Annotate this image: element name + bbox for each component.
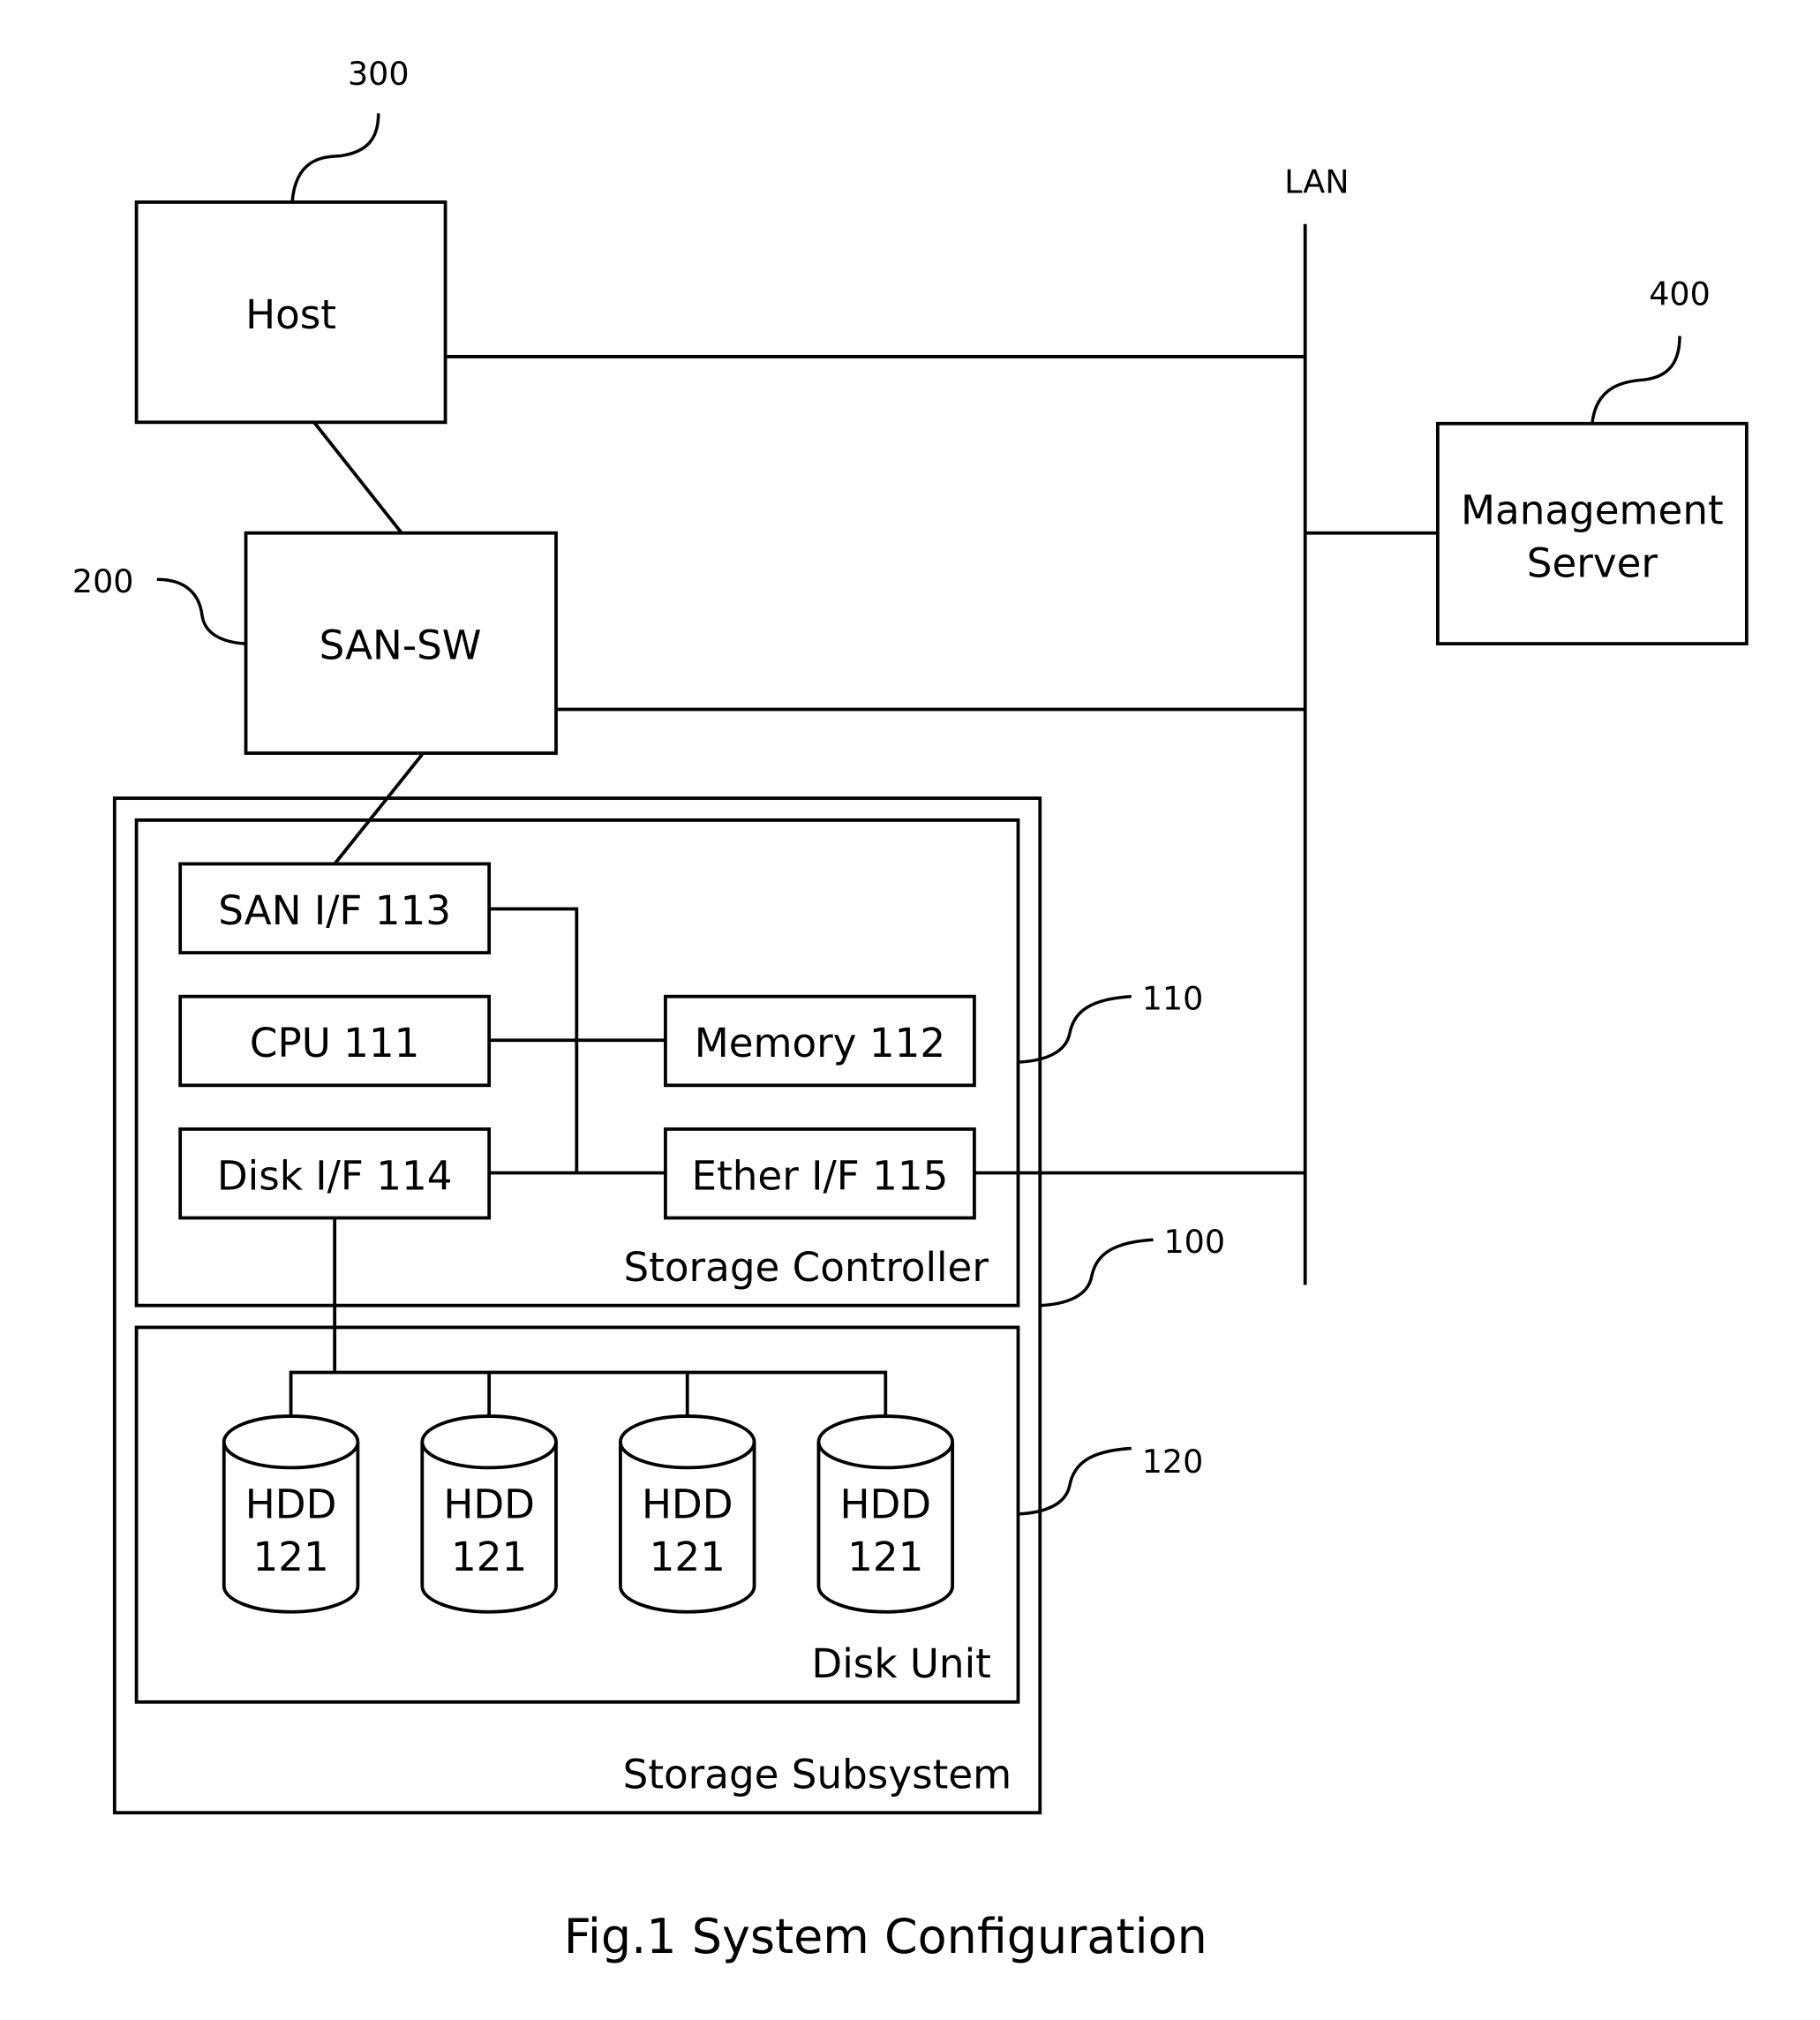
- host-ref-number: 300: [348, 55, 410, 93]
- management-server-ref-number: 400: [1649, 275, 1711, 313]
- storage-controller-ref-number: 110: [1142, 979, 1204, 1017]
- disk-bus-line: [289, 1370, 888, 1417]
- lan-label: LAN: [1284, 163, 1349, 201]
- hdd-4: HDD 121: [816, 1414, 955, 1614]
- storage-subsystem-ref-number: 100: [1163, 1223, 1225, 1261]
- host-ref-leader: [290, 113, 380, 203]
- disk-unit-ref-leader: [1018, 1446, 1132, 1516]
- ether-if-component: Ether I/F 115: [664, 1127, 976, 1220]
- memory-component: Memory 112: [664, 994, 976, 1088]
- disk-if-label: Disk I/F 114: [217, 1152, 453, 1199]
- disk-unit-ref-number: 120: [1142, 1443, 1204, 1481]
- sansw-sanif-link: [333, 753, 424, 865]
- hdd-label-line1: HDD: [245, 1481, 337, 1527]
- hdd-label-line2: 121: [451, 1534, 527, 1580]
- system-configuration-diagram: LAN Host 300 SAN-SW 200 Management Serve…: [72, 55, 1749, 1964]
- hdd-label-line2: 121: [847, 1534, 923, 1580]
- storage-subsystem-ref-leader: [1040, 1238, 1154, 1308]
- hdd-label-line1: HDD: [642, 1481, 733, 1527]
- san-sw-label: SAN-SW: [320, 622, 482, 669]
- management-server-label-line2: Server: [1527, 539, 1658, 586]
- san-sw-ref-number: 200: [72, 562, 134, 600]
- management-server-node: Management Server: [1435, 421, 1749, 646]
- cpu-component: CPU 111: [178, 994, 492, 1088]
- hdd-2: HDD 121: [420, 1414, 558, 1614]
- hdd-label-line2: 121: [252, 1534, 328, 1580]
- disk-if-component: Disk I/F 114: [178, 1127, 492, 1220]
- storage-subsystem-label: Storage Subsystem: [623, 1752, 1012, 1798]
- management-server-ref-leader: [1591, 335, 1681, 424]
- hdd-label-line1: HDD: [443, 1481, 535, 1527]
- hdd-3: HDD 121: [618, 1414, 756, 1614]
- disk-unit-label: Disk Unit: [811, 1640, 990, 1687]
- san-sw-node: SAN-SW: [244, 531, 558, 755]
- hdd-1: HDD 121: [222, 1414, 360, 1614]
- host-node: Host: [134, 200, 447, 425]
- management-server-label-line1: Management: [1461, 487, 1724, 534]
- ether-if-label: Ether I/F 115: [692, 1152, 949, 1199]
- storage-controller-ref-leader: [1018, 994, 1132, 1064]
- storage-controller-label: Storage Controller: [624, 1244, 989, 1291]
- figure-caption: Fig.1 System Configuration: [564, 1909, 1207, 1964]
- cpu-label: CPU 111: [250, 1020, 420, 1067]
- san-if-component: SAN I/F 113: [178, 862, 492, 955]
- memory-label: Memory 112: [695, 1020, 945, 1067]
- hdd-label-line1: HDD: [840, 1481, 932, 1527]
- san-sw-ref-leader: [156, 577, 246, 645]
- host-label: Host: [245, 291, 336, 338]
- san-if-label: SAN I/F 113: [218, 887, 451, 934]
- hdd-label-line2: 121: [650, 1534, 726, 1580]
- host-sansw-link: [312, 421, 403, 534]
